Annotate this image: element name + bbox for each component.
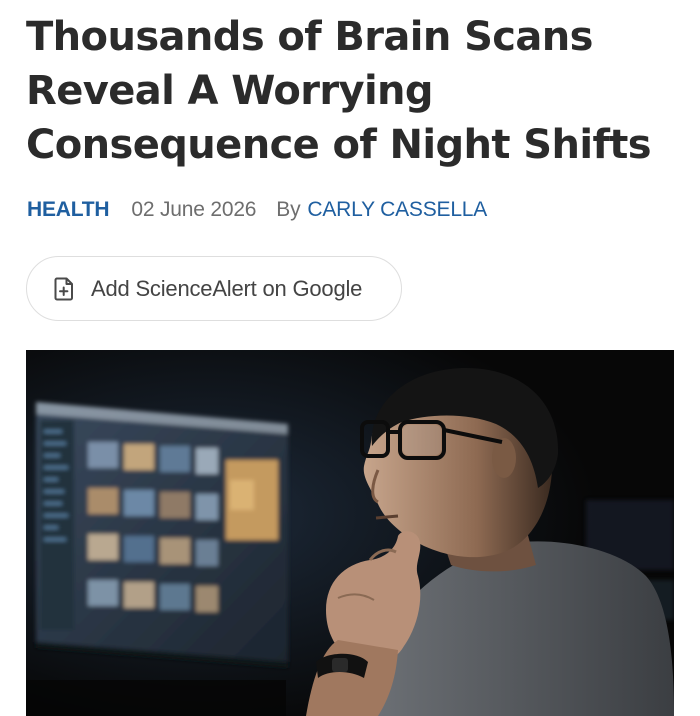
author-link[interactable]: CARLY CASSELLA (307, 198, 487, 222)
article-meta: HEALTH 02 June 2026 By CARLY CASSELLA (27, 196, 487, 224)
add-on-google-label: Add ScienceAlert on Google (91, 275, 363, 301)
photo-man-at-monitor-at-night (26, 350, 674, 716)
add-on-google-button[interactable]: Add ScienceAlert on Google (26, 256, 402, 321)
article-title: Thousands of Brain Scans Reveal A Worryi… (26, 14, 652, 168)
byline-prefix: By (276, 198, 301, 221)
category-link[interactable]: HEALTH (27, 198, 110, 222)
hero-image (26, 350, 674, 716)
add-document-icon (54, 277, 74, 301)
publish-date: 02 June 2026 (131, 198, 257, 221)
